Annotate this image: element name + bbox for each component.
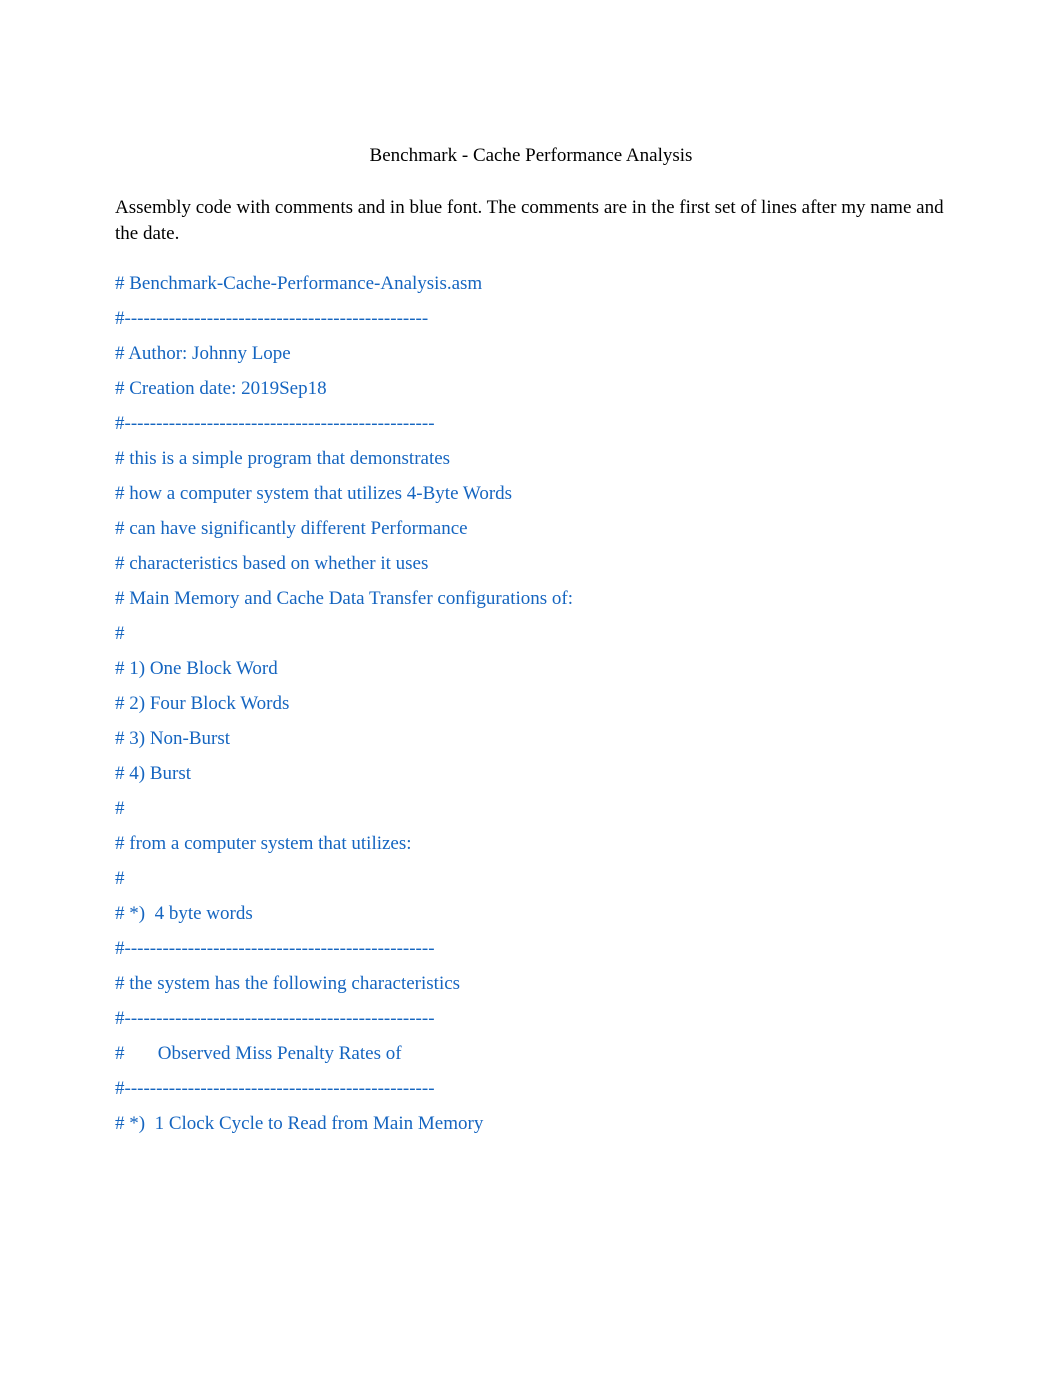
code-line: # how a computer system that utilizes 4-… (115, 484, 947, 503)
code-line: # (115, 624, 947, 643)
code-line: # can have significantly different Perfo… (115, 519, 947, 538)
code-line: # 1) One Block Word (115, 659, 947, 678)
code-line: # the system has the following character… (115, 974, 947, 993)
code-line: # 2) Four Block Words (115, 694, 947, 713)
code-line: #---------------------------------------… (115, 309, 947, 328)
code-line: # Author: Johnny Lope (115, 344, 947, 363)
code-line: # (115, 869, 947, 888)
code-line: # Creation date: 2019Sep18 (115, 379, 947, 398)
intro-paragraph: Assembly code with comments and in blue … (115, 195, 947, 246)
code-line: # characteristics based on whether it us… (115, 554, 947, 573)
code-line: # (115, 799, 947, 818)
code-line: # 4) Burst (115, 764, 947, 783)
code-line: # Benchmark-Cache-Performance-Analysis.a… (115, 274, 947, 293)
code-line: #---------------------------------------… (115, 414, 947, 433)
code-line: #---------------------------------------… (115, 939, 947, 958)
code-line: #---------------------------------------… (115, 1009, 947, 1028)
code-block: # Benchmark-Cache-Performance-Analysis.a… (115, 274, 947, 1133)
code-line: # from a computer system that utilizes: (115, 834, 947, 853)
document-title: Benchmark - Cache Performance Analysis (115, 145, 947, 167)
code-line: # Main Memory and Cache Data Transfer co… (115, 589, 947, 608)
code-line: # Observed Miss Penalty Rates of (115, 1044, 947, 1063)
code-line: # this is a simple program that demonstr… (115, 449, 947, 468)
code-line: # 3) Non-Burst (115, 729, 947, 748)
code-line: # *) 4 byte words (115, 904, 947, 923)
code-line: #---------------------------------------… (115, 1079, 947, 1098)
code-line: # *) 1 Clock Cycle to Read from Main Mem… (115, 1114, 947, 1133)
